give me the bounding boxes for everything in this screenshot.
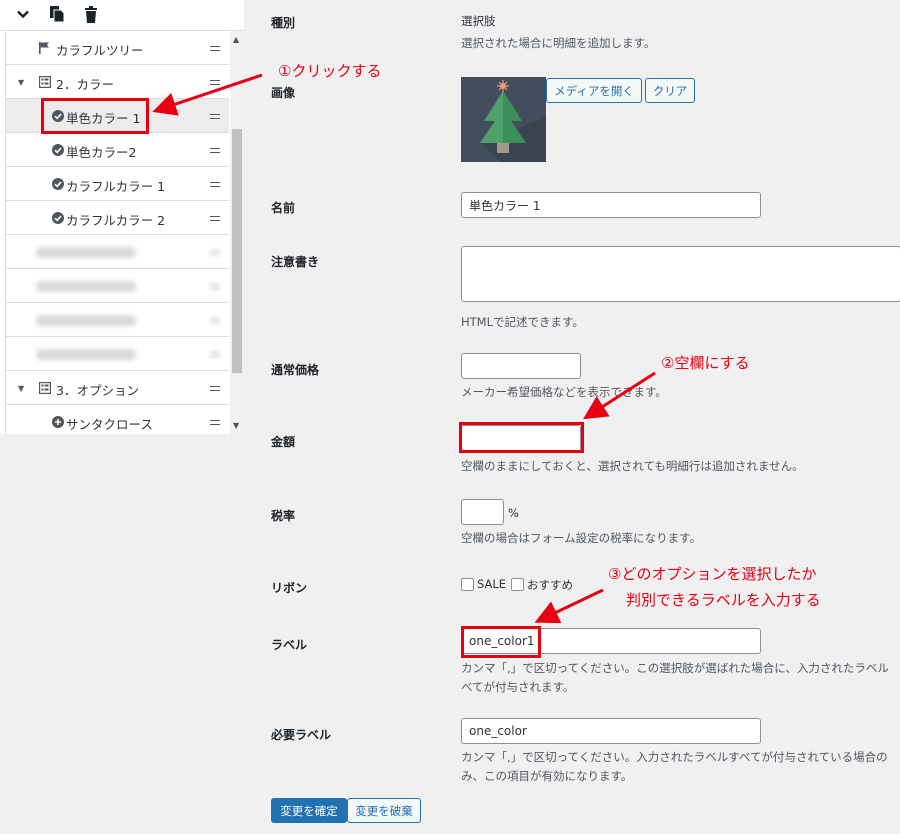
annotation-arrows (152, 73, 656, 624)
annotation-step1: ①クリックする (278, 62, 382, 80)
annotation-step2: ②空欄にする (661, 354, 750, 372)
annotation-step3-line2: 判別できるラベルを入力する (626, 591, 821, 609)
annotation-step3-line1: ③どのオプションを選択したか (608, 565, 817, 583)
